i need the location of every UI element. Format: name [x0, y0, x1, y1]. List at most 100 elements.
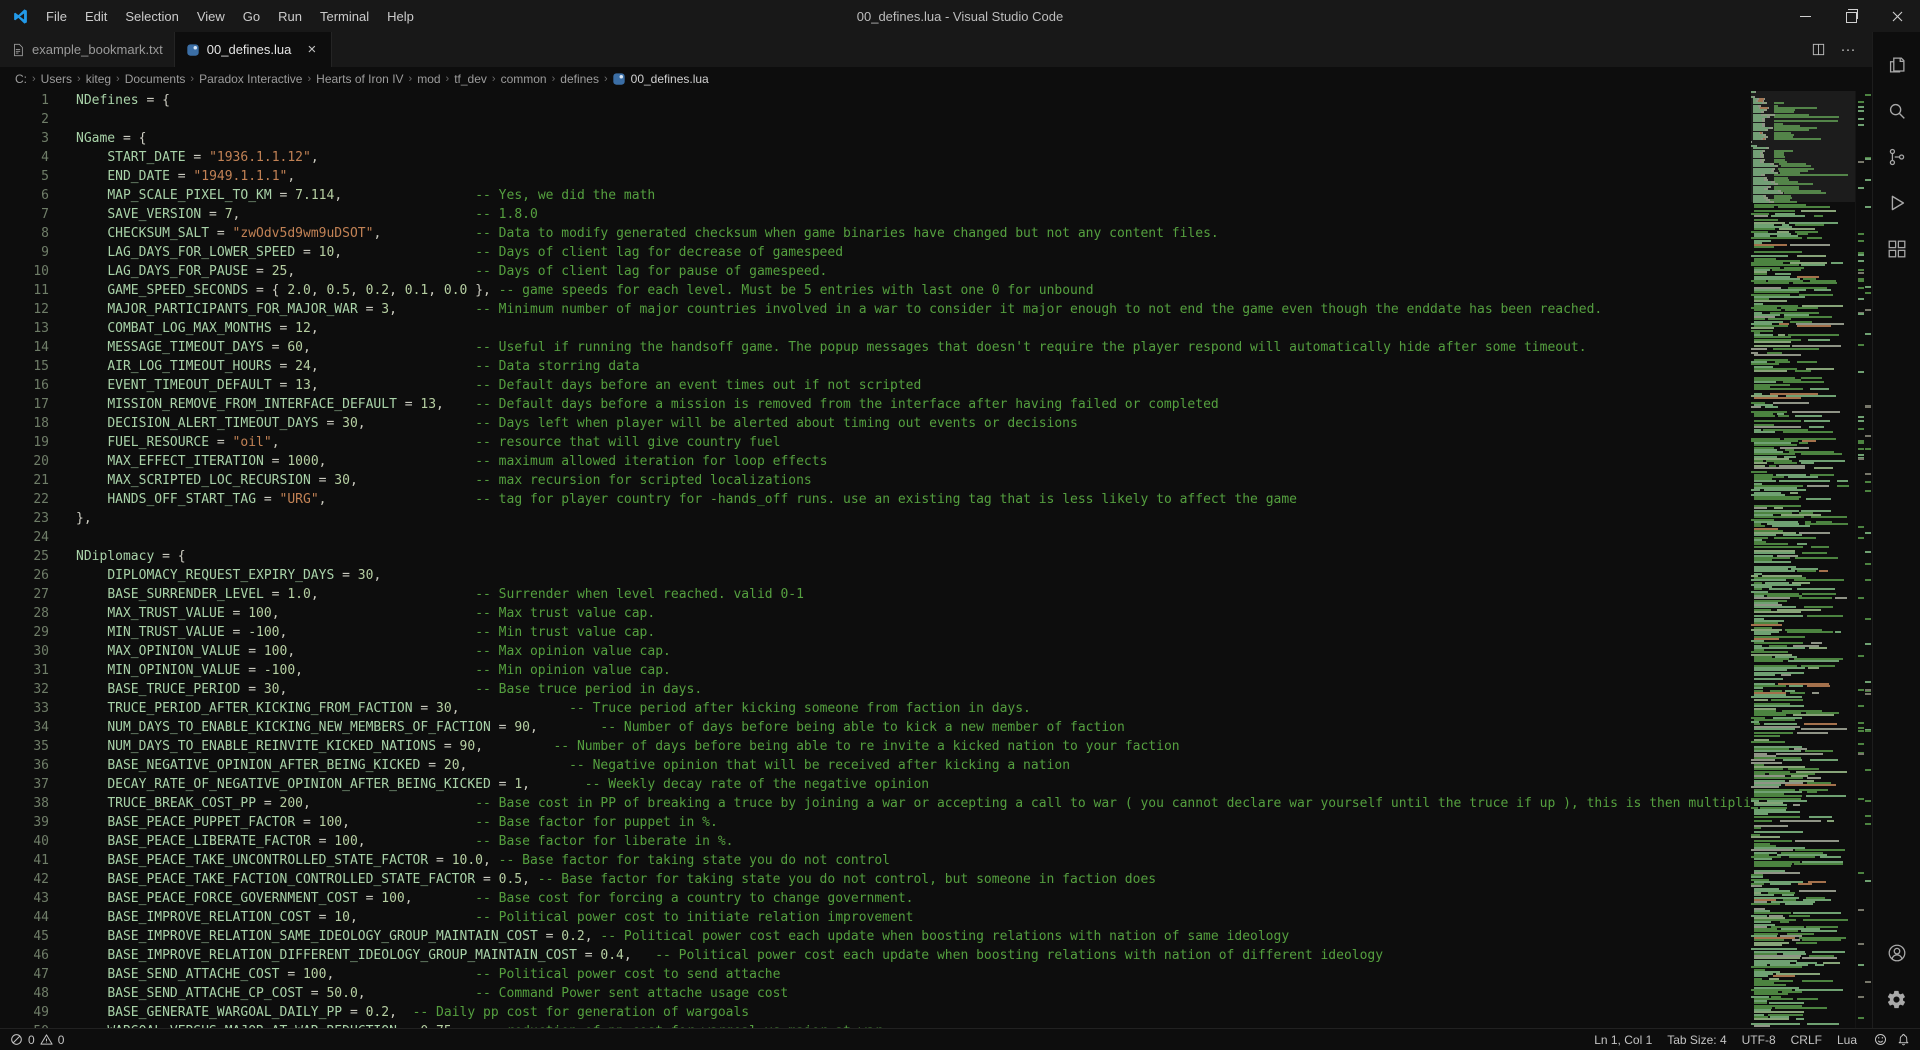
code-line[interactable]: MAX_EFFECT_ITERATION = 1000, -- maximum … [76, 452, 1751, 471]
code-line[interactable]: BASE_PEACE_PUPPET_FACTOR = 100, -- Base … [76, 813, 1751, 832]
notifications-bell-icon[interactable] [1897, 1033, 1910, 1046]
line-number[interactable]: 23 [0, 509, 76, 528]
code-line[interactable]: BASE_TRUCE_PERIOD = 30, -- Base truce pe… [76, 680, 1751, 699]
line-number[interactable]: 45 [0, 927, 76, 946]
code-line[interactable]: }, [76, 509, 1751, 528]
line-number[interactable]: 44 [0, 908, 76, 927]
code-line[interactable]: MIN_TRUST_VALUE = -100, -- Min trust val… [76, 623, 1751, 642]
code-line[interactable]: MISSION_REMOVE_FROM_INTERFACE_DEFAULT = … [76, 395, 1751, 414]
code-line[interactable]: START_DATE = "1936.1.1.12", [76, 148, 1751, 167]
menu-edit[interactable]: Edit [76, 0, 116, 32]
tab-example_bookmark.txt[interactable]: example_bookmark.txt [0, 32, 175, 67]
split-editor-button[interactable] [1806, 38, 1830, 62]
line-number[interactable]: 30 [0, 642, 76, 661]
line-number[interactable]: 37 [0, 775, 76, 794]
line-number[interactable]: 47 [0, 965, 76, 984]
code-line[interactable]: NGame = { [76, 129, 1751, 148]
code-line[interactable]: MAX_SCRIPTED_LOC_RECURSION = 30, -- max … [76, 471, 1751, 490]
breadcrumb-item[interactable]: Paradox Interactive [198, 72, 303, 86]
code-line[interactable]: BASE_SEND_ATTACHE_COST = 100, -- Politic… [76, 965, 1751, 984]
code-line[interactable]: BASE_NEGATIVE_OPINION_AFTER_BEING_KICKED… [76, 756, 1751, 775]
line-number[interactable]: 27 [0, 585, 76, 604]
line-number[interactable]: 16 [0, 376, 76, 395]
line-number[interactable]: 38 [0, 794, 76, 813]
line-number[interactable]: 42 [0, 870, 76, 889]
code-line[interactable]: DECISION_ALERT_TIMEOUT_DAYS = 30, -- Day… [76, 414, 1751, 433]
menu-run[interactable]: Run [269, 0, 311, 32]
code-line[interactable]: NDiplomacy = { [76, 547, 1751, 566]
settings-button[interactable] [1873, 976, 1920, 1022]
activity-extensions[interactable] [1873, 226, 1920, 272]
code-line[interactable]: MAX_TRUST_VALUE = 100, -- Max trust valu… [76, 604, 1751, 623]
code-line[interactable]: NUM_DAYS_TO_ENABLE_REINVITE_KICKED_NATIO… [76, 737, 1751, 756]
code-line[interactable]: COMBAT_LOG_MAX_MONTHS = 12, [76, 319, 1751, 338]
line-number[interactable]: 17 [0, 395, 76, 414]
line-number[interactable]: 19 [0, 433, 76, 452]
line-number[interactable]: 36 [0, 756, 76, 775]
minimize-button[interactable] [1782, 0, 1828, 32]
status-utf-8[interactable]: UTF-8 [1742, 1033, 1776, 1047]
close-button[interactable] [1874, 0, 1920, 32]
breadcrumb-item[interactable]: mod [416, 72, 441, 86]
menu-help[interactable]: Help [378, 0, 423, 32]
line-number[interactable]: 25 [0, 547, 76, 566]
code-line[interactable]: LAG_DAYS_FOR_LOWER_SPEED = 10, -- Days o… [76, 243, 1751, 262]
line-number[interactable]: 49 [0, 1003, 76, 1022]
code-line[interactable]: BASE_SEND_ATTACHE_CP_COST = 50.0, -- Com… [76, 984, 1751, 1003]
line-number[interactable]: 26 [0, 566, 76, 585]
line-number[interactable]: 4 [0, 148, 76, 167]
line-number[interactable]: 41 [0, 851, 76, 870]
code-line[interactable]: NUM_DAYS_TO_ENABLE_KICKING_NEW_MEMBERS_O… [76, 718, 1751, 737]
code-line[interactable]: BASE_IMPROVE_RELATION_COST = 10, -- Poli… [76, 908, 1751, 927]
breadcrumb-item[interactable]: Users [40, 72, 73, 86]
line-number[interactable]: 9 [0, 243, 76, 262]
code-line[interactable]: LAG_DAYS_FOR_PAUSE = 25, -- Days of clie… [76, 262, 1751, 281]
code-line[interactable]: BASE_PEACE_LIBERATE_FACTOR = 100, -- Bas… [76, 832, 1751, 851]
restore-button[interactable] [1828, 0, 1874, 32]
code-line[interactable]: TRUCE_BREAK_COST_PP = 200, -- Base cost … [76, 794, 1751, 813]
minimap-slider[interactable] [1751, 91, 1855, 202]
line-number[interactable]: 10 [0, 262, 76, 281]
line-number[interactable]: 15 [0, 357, 76, 376]
code-line[interactable]: BASE_PEACE_TAKE_UNCONTROLLED_STATE_FACTO… [76, 851, 1751, 870]
code-line[interactable]: BASE_IMPROVE_RELATION_DIFFERENT_IDEOLOGY… [76, 946, 1751, 965]
code-area[interactable]: NDefines = {NGame = { START_DATE = "1936… [76, 91, 1751, 1028]
line-number[interactable]: 43 [0, 889, 76, 908]
tab-00_defines.lua[interactable]: 00_defines.lua × [174, 32, 333, 67]
status-lua[interactable]: Lua [1837, 1033, 1857, 1047]
code-line[interactable]: BASE_SURRENDER_LEVEL = 1.0, -- Surrender… [76, 585, 1751, 604]
activity-search[interactable] [1873, 88, 1920, 134]
line-number[interactable]: 35 [0, 737, 76, 756]
minimap[interactable] [1751, 91, 1855, 1028]
code-line[interactable]: WARGOAL_VERSUS_MAJOR_AT_WAR_REDUCTION = … [76, 1022, 1751, 1028]
activity-explorer[interactable] [1873, 42, 1920, 88]
line-number[interactable]: 21 [0, 471, 76, 490]
line-number[interactable]: 13 [0, 319, 76, 338]
line-number[interactable]: 7 [0, 205, 76, 224]
activity-source-control[interactable] [1873, 134, 1920, 180]
line-number[interactable]: 5 [0, 167, 76, 186]
feedback-smiley-icon[interactable] [1874, 1033, 1887, 1046]
code-line[interactable]: GAME_SPEED_SECONDS = { 2.0, 0.5, 0.2, 0.… [76, 281, 1751, 300]
line-number[interactable]: 48 [0, 984, 76, 1003]
breadcrumb-item[interactable]: kiteg [85, 72, 112, 86]
close-tab-icon[interactable]: × [303, 41, 320, 58]
code-line[interactable]: MAJOR_PARTICIPANTS_FOR_MAJOR_WAR = 3, --… [76, 300, 1751, 319]
code-line[interactable]: DIPLOMACY_REQUEST_EXPIRY_DAYS = 30, [76, 566, 1751, 585]
status-crlf[interactable]: CRLF [1791, 1033, 1822, 1047]
line-number[interactable]: 34 [0, 718, 76, 737]
code-line[interactable]: MAP_SCALE_PIXEL_TO_KM = 7.114, -- Yes, w… [76, 186, 1751, 205]
line-number[interactable]: 50 [0, 1022, 76, 1028]
code-line[interactable]: CHECKSUM_SALT = "zwOdv5d9wm9uDSOT", -- D… [76, 224, 1751, 243]
code-line[interactable]: BASE_GENERATE_WARGOAL_DAILY_PP = 0.2, --… [76, 1003, 1751, 1022]
code-line[interactable]: TRUCE_PERIOD_AFTER_KICKING_FROM_FACTION … [76, 699, 1751, 718]
line-number[interactable]: 1 [0, 91, 76, 110]
code-line[interactable]: MAX_OPINION_VALUE = 100, -- Max opinion … [76, 642, 1751, 661]
breadcrumb-file[interactable]: 00_defines.lua [612, 72, 709, 86]
menu-terminal[interactable]: Terminal [311, 0, 378, 32]
line-number[interactable]: 11 [0, 281, 76, 300]
line-number[interactable]: 28 [0, 604, 76, 623]
breadcrumb-item[interactable]: tf_dev [453, 72, 488, 86]
status-ln-1-col-1[interactable]: Ln 1, Col 1 [1594, 1033, 1652, 1047]
line-number[interactable]: 39 [0, 813, 76, 832]
